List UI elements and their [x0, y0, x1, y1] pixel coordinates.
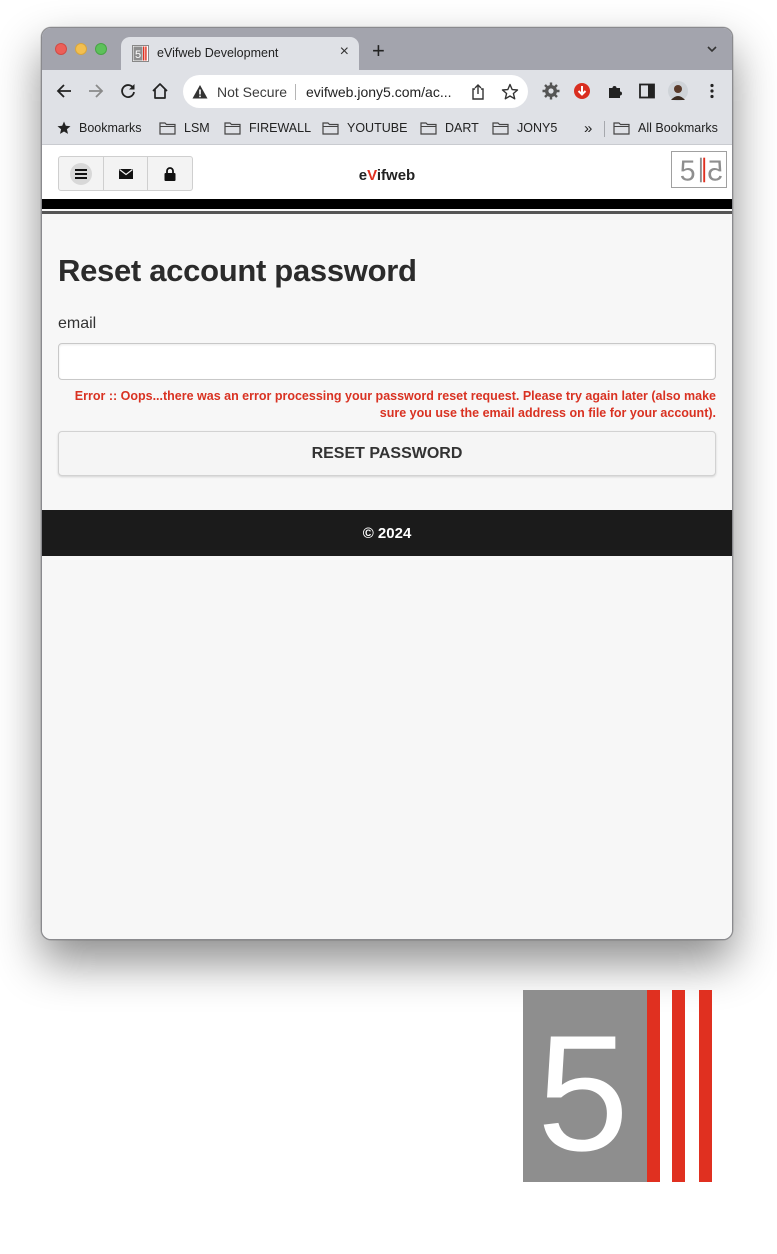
tab-search-chevron-icon[interactable] [706, 43, 718, 55]
bookmark-label: DART [445, 121, 479, 135]
favicon-icon: 5 [132, 45, 149, 62]
folder-icon [159, 122, 176, 135]
browser-window: 5 eVifweb Development × + Not Secure evi… [41, 27, 733, 940]
omnibox-divider [295, 84, 296, 100]
tab-strip: 5 eVifweb Development × + [42, 28, 732, 71]
bookmark-folder-jony5[interactable]: JONY5 [492, 119, 557, 137]
page-title: Reset account password [58, 253, 417, 288]
site-footer: © 2024 [42, 510, 732, 556]
minimize-window-button[interactable] [75, 43, 87, 55]
reload-icon[interactable] [118, 81, 138, 101]
error-message: Error :: Oops...there was an error proce… [74, 389, 716, 420]
reset-password-button[interactable]: RESET PASSWORD [58, 431, 716, 476]
header-black-bar [42, 199, 732, 209]
folder-icon [224, 122, 241, 135]
page-viewport: eVifweb 5 5 Reset account password email… [42, 145, 732, 939]
address-bar[interactable]: Not Secure evifweb.jony5.com/ac... [183, 75, 528, 108]
tab-close-icon[interactable]: × [340, 43, 349, 61]
folder-icon [322, 122, 339, 135]
tab-active[interactable]: 5 eVifweb Development × [121, 37, 359, 71]
bookmarks-overflow-chevron-icon[interactable]: » [584, 119, 592, 137]
header-gray-rule [42, 211, 732, 214]
svg-text:5: 5 [135, 49, 141, 61]
tab-title: eVifweb Development [157, 46, 279, 60]
bookmark-star-icon[interactable] [501, 83, 519, 101]
bookmark-label: LSM [184, 121, 210, 135]
side-panel-icon[interactable] [637, 81, 657, 101]
bookmark-folder-youtube[interactable]: YOUTUBE [322, 119, 407, 137]
url-text[interactable]: evifweb.jony5.com/ac... [306, 84, 452, 100]
email-field[interactable] [58, 343, 716, 380]
svg-text:5: 5 [680, 155, 696, 187]
svg-text:5: 5 [537, 1001, 629, 1182]
share-icon[interactable] [470, 83, 486, 101]
bookmark-label: Bookmarks [79, 121, 142, 135]
site-title-prefix: e [358, 167, 368, 184]
extension-download-icon[interactable] [572, 81, 592, 101]
bookmark-folder-lsm[interactable]: LSM [159, 119, 210, 137]
star-icon [57, 121, 71, 134]
forward-icon[interactable] [86, 81, 106, 101]
browser-toolbar: Not Secure evifweb.jony5.com/ac... [42, 70, 732, 112]
bookmark-item-bookmarks[interactable]: Bookmarks [57, 119, 142, 137]
warning-icon[interactable] [192, 84, 208, 100]
security-status[interactable]: Not Secure [217, 84, 287, 100]
bookmarks-bar: Bookmarks LSM FIREWALL YOUTUBE DART JONY… [42, 112, 732, 145]
folder-icon [492, 122, 509, 135]
bookmark-label: JONY5 [517, 121, 558, 135]
browser-menu-kebab-icon[interactable] [702, 81, 722, 101]
maximize-window-button[interactable] [95, 43, 107, 55]
bookmark-label: All Bookmarks [638, 121, 718, 135]
folder-icon [613, 122, 630, 135]
bookmark-folder-dart[interactable]: DART [420, 119, 479, 137]
bookmark-folder-firewall[interactable]: FIREWALL [224, 119, 311, 137]
folder-icon [420, 122, 437, 135]
bookmark-folder-all-bookmarks[interactable]: All Bookmarks [613, 119, 718, 137]
profile-avatar-icon[interactable] [668, 81, 688, 101]
back-icon[interactable] [54, 81, 74, 101]
extensions-puzzle-icon[interactable] [605, 81, 625, 101]
email-label: email [58, 315, 97, 332]
bookmarks-divider [604, 121, 605, 137]
brand-logo-large: 5 [523, 990, 712, 1182]
copyright-text: © 2024 [362, 524, 412, 542]
site-logo[interactable]: 5 5 [671, 151, 727, 188]
bookmark-label: FIREWALL [249, 121, 312, 135]
home-icon[interactable] [150, 81, 170, 101]
svg-text:5: 5 [707, 155, 723, 187]
site-title-accent: V [367, 167, 377, 184]
site-title[interactable]: eVifweb [42, 167, 732, 184]
bookmark-label: YOUTUBE [347, 121, 408, 135]
site-header: eVifweb 5 5 [42, 145, 732, 199]
close-window-button[interactable] [55, 43, 67, 55]
overflow-label: » [584, 119, 593, 137]
site-title-suffix: ifweb [376, 167, 416, 184]
new-tab-button[interactable]: + [372, 40, 385, 62]
extension-gear-icon[interactable] [541, 81, 561, 101]
